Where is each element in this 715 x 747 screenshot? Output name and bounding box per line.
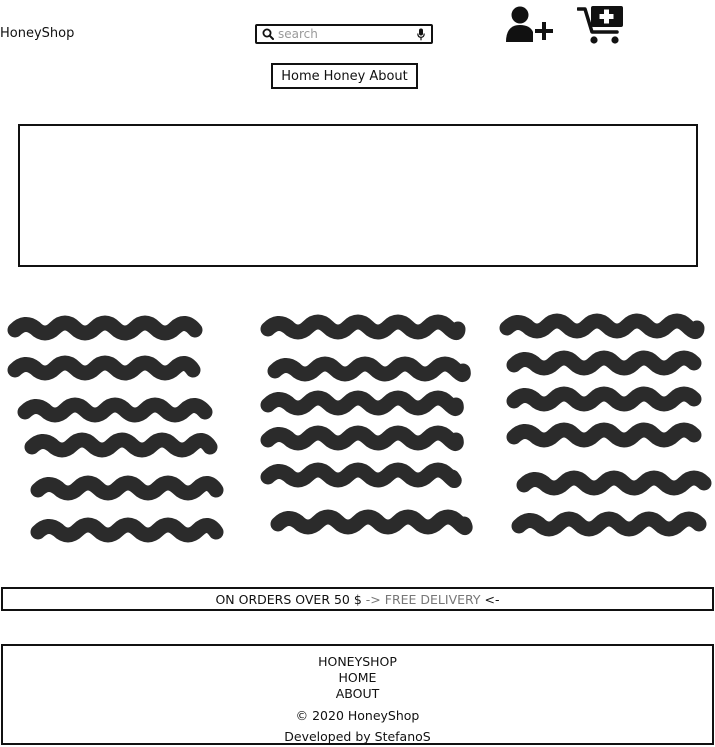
scribble-line bbox=[270, 509, 473, 535]
site-footer: HONEYSHOP HOME ABOUT © 2020 HoneyShop De… bbox=[1, 644, 714, 745]
footer-link-home[interactable]: HOME bbox=[3, 670, 712, 685]
search-icon bbox=[262, 28, 274, 40]
microphone-icon[interactable] bbox=[417, 28, 425, 41]
footer-copyright: © 2020 HoneyShop bbox=[295, 708, 420, 723]
scribble-line bbox=[506, 350, 702, 376]
scribble-line bbox=[506, 422, 702, 448]
banner-prefix: ON ORDERS OVER 50 $ bbox=[215, 591, 362, 607]
scribble-line bbox=[17, 397, 213, 423]
banner-arrow-right: <- bbox=[480, 591, 500, 607]
scribble-line bbox=[260, 462, 462, 488]
scribble-line bbox=[24, 432, 218, 458]
add-user-icon[interactable] bbox=[505, 5, 555, 45]
add-to-cart-icon[interactable] bbox=[577, 5, 625, 45]
scribble-line bbox=[7, 355, 201, 381]
scribble-line bbox=[267, 356, 471, 382]
banner-arrow-left: -> bbox=[361, 591, 385, 607]
scribble-line bbox=[30, 517, 224, 543]
scribble-line bbox=[499, 313, 705, 339]
free-delivery-banner: ON ORDERS OVER 50 $ -> FREE DELIVERY <- bbox=[1, 587, 714, 611]
footer-brand: HONEYSHOP bbox=[318, 654, 397, 669]
scribble-line bbox=[7, 315, 203, 341]
nav-item-about[interactable]: About bbox=[369, 69, 407, 84]
site-logo[interactable]: HoneyShop bbox=[0, 26, 74, 41]
scribble-line bbox=[260, 314, 466, 340]
nav-item-home[interactable]: Home bbox=[281, 69, 319, 84]
placeholder-content bbox=[7, 313, 712, 543]
banner-highlight: FREE DELIVERY bbox=[384, 591, 481, 607]
search-box[interactable] bbox=[255, 24, 433, 44]
scribble-line bbox=[260, 390, 464, 416]
scribble-line bbox=[516, 470, 712, 496]
footer-link-about[interactable]: ABOUT bbox=[3, 686, 712, 701]
scribble-line bbox=[260, 425, 464, 451]
scribble-line bbox=[511, 511, 707, 537]
nav-item-honey[interactable]: Honey bbox=[324, 69, 366, 84]
footer-developer: Developed by StefanoS bbox=[284, 729, 431, 744]
scribble-line bbox=[506, 386, 702, 412]
search-input[interactable] bbox=[274, 26, 417, 42]
scribble-line bbox=[30, 475, 224, 501]
hero-banner bbox=[18, 124, 698, 267]
main-nav: Home Honey About bbox=[271, 63, 418, 89]
